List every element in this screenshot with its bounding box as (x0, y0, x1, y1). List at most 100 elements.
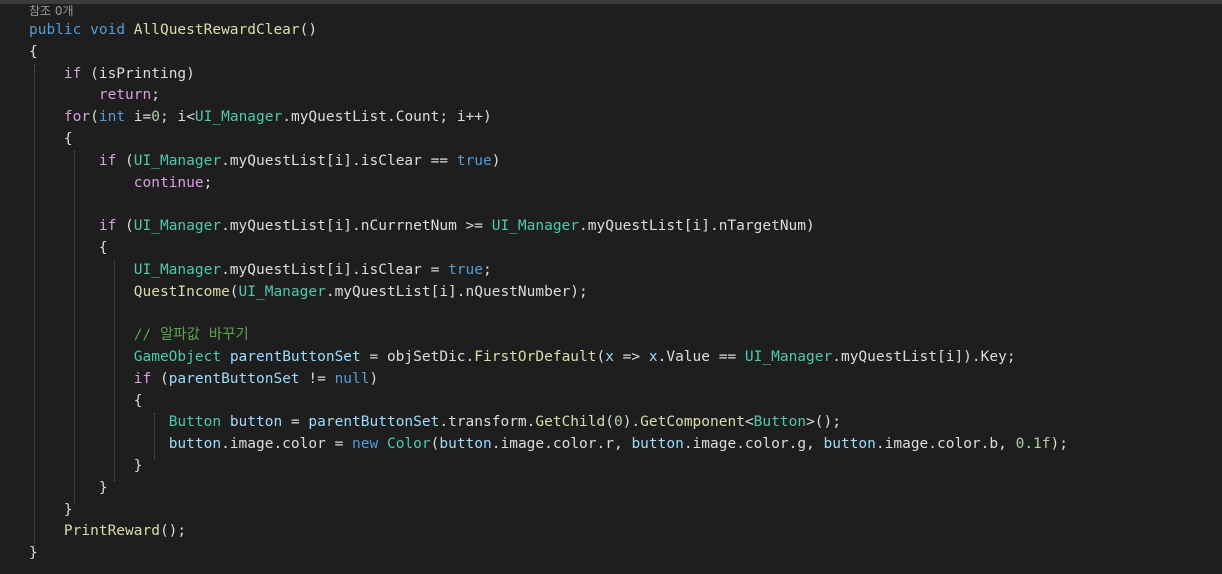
code-token: parentButtonSet (308, 414, 440, 431)
code-editor[interactable]: 참조 0개 public void AllQuestRewardClear(){… (0, 0, 1222, 574)
code-line: PrintReward(); (29, 521, 1068, 543)
code-token: .image.color.b, (875, 436, 1016, 453)
code-token: ) (369, 370, 379, 387)
code-token: button (168, 436, 222, 453)
code-token: ); (1050, 436, 1068, 453)
code-token: { (29, 43, 38, 60)
code-token: .transform. (439, 414, 536, 431)
code-token: ) (491, 152, 501, 169)
code-token: AllQuestRewardClear (133, 22, 300, 38)
code-token: if (98, 152, 117, 169)
code-line: if (parentButtonSet != null) (29, 369, 1068, 391)
code-token: UI_Manager (133, 261, 222, 278)
code-token: .image.color.g, (683, 436, 824, 453)
code-line: if (UI_Manager.myQuestList[i].nCurrnetNu… (29, 216, 1068, 238)
code-token: Button (168, 414, 222, 431)
code-token: .myQuestList[i].isClear == (221, 152, 457, 169)
code-token: ). (622, 414, 641, 431)
code-line: } (29, 500, 1068, 522)
code-token: => (613, 348, 649, 365)
code-line: } (29, 456, 1068, 478)
code-line: UI_Manager.myQuestList[i].isClear = true… (29, 260, 1068, 282)
code-token: .image.color = (221, 436, 353, 453)
code-token: Color (386, 436, 431, 453)
code-token: ( (116, 152, 134, 169)
code-token: x (648, 348, 658, 365)
code-token: } (29, 501, 73, 518)
code-token: UI_Manager (744, 348, 833, 365)
code-token: if (133, 370, 152, 387)
code-line: } (29, 478, 1068, 500)
code-line: public void AllQuestRewardClear() (29, 20, 1068, 42)
code-line: if (isPrinting) (29, 64, 1068, 86)
code-token: button (631, 436, 684, 453)
code-line: button.image.color = new Color(button.im… (29, 434, 1068, 456)
codelens-references[interactable]: 참조 0개 (29, 3, 74, 19)
code-token: button (823, 436, 876, 453)
code-token: } (29, 479, 108, 496)
code-line: { (29, 42, 1068, 64)
code-token: i= (125, 109, 152, 126)
code-token: ( (596, 348, 606, 365)
code-token: continue (133, 174, 204, 191)
code-token: GetComponent (640, 414, 745, 431)
code-token: return (98, 87, 152, 104)
code-token: button (439, 436, 492, 453)
code-token: .image.color.r, (491, 436, 632, 453)
code-token: if (63, 65, 82, 82)
code-line: return; (29, 85, 1068, 107)
code-token: .Value == (657, 348, 745, 365)
code-token: public (29, 22, 82, 38)
code-token: (); (159, 523, 187, 540)
code-token: 0 (151, 109, 160, 126)
code-token: ( (605, 414, 614, 431)
code-line: GameObject parentButtonSet = objSetDic.F… (29, 347, 1068, 369)
code-token: ( (90, 109, 99, 126)
code-token: x (605, 348, 614, 365)
code-line: { (29, 129, 1068, 151)
code-token: .myQuestList[i].nTargetNum) (579, 218, 815, 235)
code-token: { (29, 392, 143, 409)
code-token: ( (229, 283, 239, 300)
code-token: int (98, 109, 126, 126)
code-token: } (29, 457, 143, 474)
code-token: UI_Manager (133, 152, 222, 169)
code-token: void (90, 22, 126, 38)
code-line: QuestIncome(UI_Manager.myQuestList[i].nQ… (29, 282, 1068, 304)
code-token: true (448, 261, 483, 278)
code-token: for (63, 109, 91, 126)
code-area[interactable]: public void AllQuestRewardClear(){ if (i… (29, 20, 1068, 565)
code-token: UI_Manager (491, 218, 580, 235)
code-token: (isPrinting) (81, 65, 195, 82)
code-token: PrintReward (63, 523, 160, 540)
code-token: ; i< (160, 109, 195, 126)
code-line: if (UI_Manager.myQuestList[i].isClear ==… (29, 151, 1068, 173)
code-token: ( (116, 218, 134, 235)
code-line: continue; (29, 173, 1068, 195)
code-token: FirstOrDefault (474, 348, 597, 365)
code-token: GetChild (535, 414, 606, 431)
code-token: () (299, 22, 318, 38)
code-token: .myQuestList[i]).Key; (832, 348, 1016, 365)
code-line: for(int i=0; i<UI_Manager.myQuestList.Co… (29, 107, 1068, 129)
code-token: .myQuestList[i].nCurrnetNum >= (221, 218, 492, 235)
code-token: UI_Manager (194, 109, 283, 126)
code-token: = (282, 414, 309, 431)
code-token: QuestIncome (133, 283, 230, 300)
code-token: < (744, 414, 754, 431)
code-token: GameObject (133, 348, 222, 365)
code-token: button (229, 414, 283, 431)
